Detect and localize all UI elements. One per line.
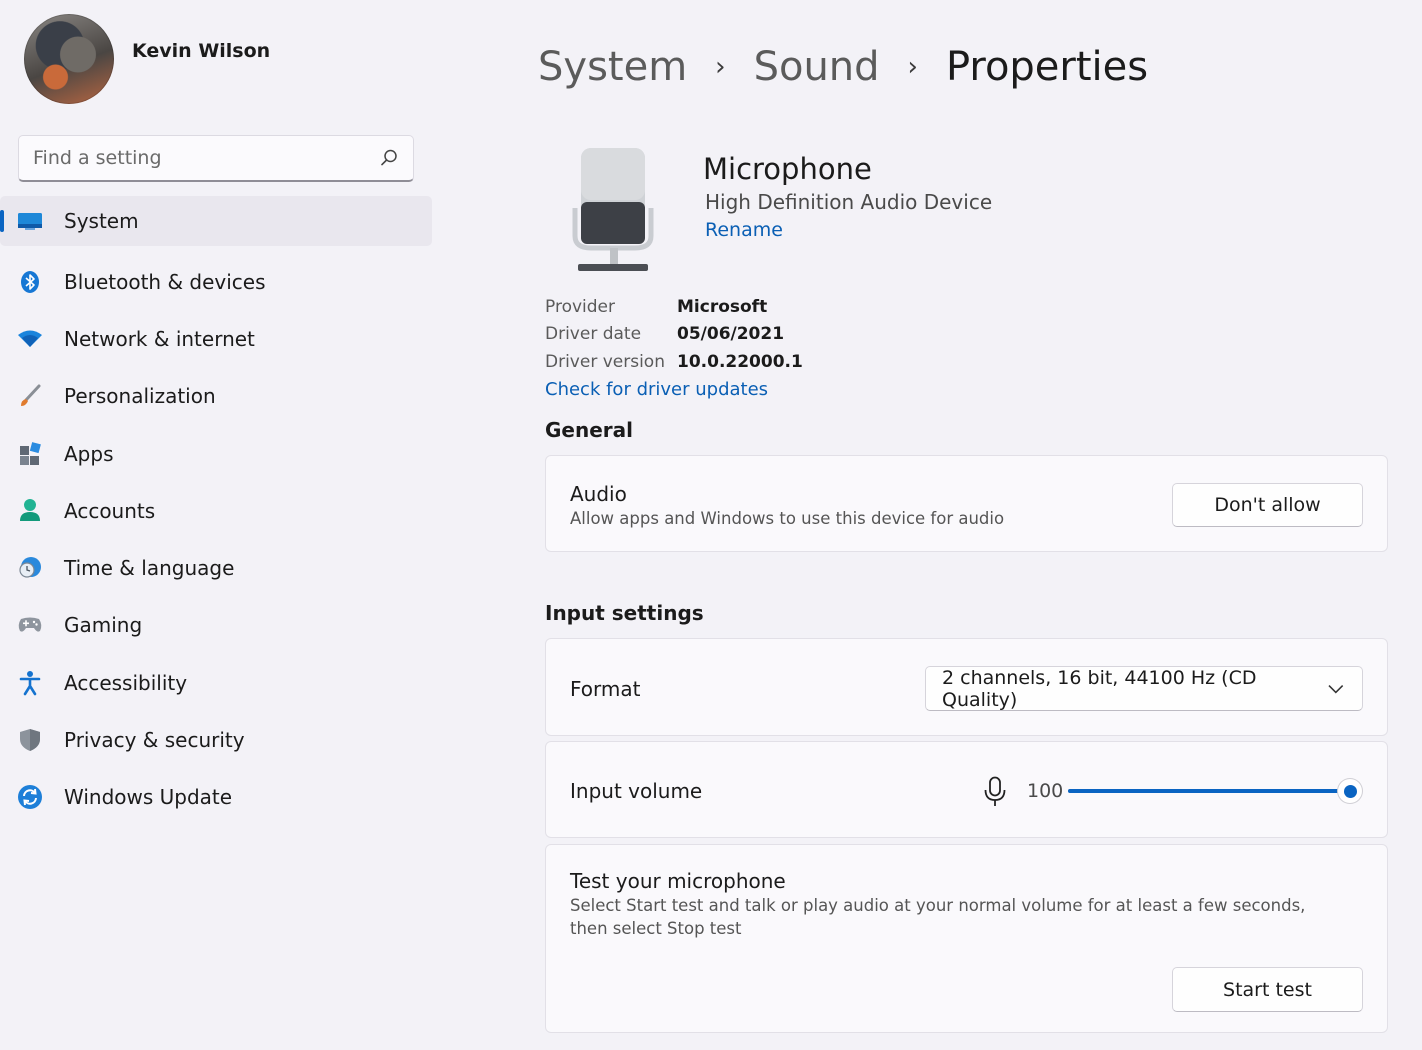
search-box[interactable] [18, 135, 414, 182]
section-title-input-settings: Input settings [545, 601, 704, 625]
sidebar-item-label: Gaming [64, 613, 143, 638]
test-microphone-title: Test your microphone [570, 869, 786, 893]
device-name: Microphone [703, 152, 872, 186]
sidebar-item-label: Bluetooth & devices [64, 269, 266, 294]
sidebar-item-accounts[interactable]: Accounts [0, 482, 432, 539]
sidebar-item-system[interactable]: System [0, 196, 432, 246]
format-selected-value: 2 channels, 16 bit, 44100 Hz (CD Quality… [942, 666, 1257, 711]
shield-icon [17, 727, 43, 753]
sidebar-item-label: Accessibility [64, 670, 188, 695]
sidebar-item-label: Apps [64, 441, 114, 466]
user-name: Kevin Wilson [132, 40, 271, 62]
input-volume-card: Input volume 100 [545, 741, 1388, 838]
property-row: Driver date 05/06/2021 [545, 321, 803, 349]
breadcrumb: System › Sound › Properties [538, 44, 1148, 90]
input-volume-label: Input volume [570, 779, 703, 803]
search-input[interactable] [33, 147, 379, 169]
chevron-down-icon [1328, 684, 1344, 694]
avatar[interactable] [24, 14, 114, 104]
slider-fill [1068, 789, 1350, 793]
accessibility-icon [17, 670, 43, 696]
sidebar-item-apps[interactable]: Apps [0, 425, 432, 482]
audio-description: Allow apps and Windows to use this devic… [570, 509, 1005, 528]
clock-globe-icon [17, 555, 43, 581]
slider-thumb[interactable] [1338, 779, 1362, 803]
sidebar-item-windows-update[interactable]: Windows Update [0, 769, 432, 826]
sidebar-item-gaming[interactable]: Gaming [0, 597, 432, 654]
property-key: Driver version [545, 351, 665, 372]
sidebar-item-label: Time & language [64, 556, 235, 581]
start-test-button[interactable]: Start test [1172, 967, 1363, 1012]
test-microphone-description: Select Start test and talk or play audio… [570, 896, 1306, 938]
sidebar-item-label: Network & internet [64, 326, 255, 351]
sidebar-nav: System Bluetooth & devices Network & int… [0, 196, 432, 826]
property-value: 10.0.22000.1 [677, 351, 803, 372]
device-subtitle: High Definition Audio Device [705, 190, 993, 214]
section-title-general: General [545, 418, 633, 442]
sidebar-item-label: Windows Update [64, 785, 233, 810]
update-icon [17, 784, 43, 810]
sidebar-item-bluetooth[interactable]: Bluetooth & devices [0, 253, 432, 310]
sidebar-item-personalization[interactable]: Personalization [0, 368, 432, 425]
input-volume-value: 100 [1027, 780, 1064, 802]
gamepad-icon [17, 612, 43, 638]
property-value: 05/06/2021 [677, 324, 785, 345]
user-profile[interactable]: Kevin Wilson [24, 14, 270, 104]
sidebar-item-accessibility[interactable]: Accessibility [0, 654, 432, 711]
property-key: Provider [545, 296, 615, 317]
slider-thumb-dot [1343, 784, 1357, 798]
breadcrumb-sound[interactable]: Sound [754, 44, 880, 90]
sidebar-item-label: Privacy & security [64, 728, 245, 753]
sidebar-item-network[interactable]: Network & internet [0, 310, 432, 367]
breadcrumb-system[interactable]: System [538, 44, 687, 90]
person-icon [17, 498, 43, 524]
test-microphone-card: Test your microphone Select Start test a… [545, 844, 1388, 1033]
property-row: Provider Microsoft [545, 293, 803, 321]
input-volume-slider[interactable] [1068, 779, 1362, 803]
wifi-icon [17, 326, 43, 352]
settings-window: Kevin Wilson System [0, 0, 1422, 1050]
format-card: Format 2 channels, 16 bit, 44100 Hz (CD … [545, 638, 1388, 736]
chevron-right-icon: › [907, 52, 918, 82]
rename-link[interactable]: Rename [705, 219, 783, 241]
chevron-right-icon: › [715, 52, 726, 82]
check-driver-updates-link[interactable]: Check for driver updates [545, 376, 803, 403]
sidebar-item-label: Personalization [64, 384, 216, 409]
dont-allow-button[interactable]: Don't allow [1172, 483, 1363, 527]
property-value: Microsoft [677, 296, 768, 317]
sidebar-item-time-language[interactable]: Time & language [0, 539, 432, 596]
format-dropdown[interactable]: 2 channels, 16 bit, 44100 Hz (CD Quality… [925, 666, 1363, 711]
monitor-icon [17, 208, 43, 234]
bluetooth-icon [17, 269, 43, 295]
sidebar-item-label: System [64, 209, 139, 233]
search-icon[interactable] [379, 148, 399, 168]
audio-title: Audio [570, 482, 627, 506]
microphone-illustration-icon [572, 148, 654, 271]
property-row: Driver version 10.0.22000.1 [545, 348, 803, 376]
property-key: Driver date [545, 324, 642, 345]
sidebar-item-label: Accounts [64, 498, 156, 523]
apps-icon [17, 441, 43, 467]
format-label: Format [570, 677, 641, 701]
driver-properties: Provider Microsoft Driver date 05/06/202… [545, 293, 803, 403]
microphone-icon[interactable] [983, 776, 1007, 808]
page-title: Properties [945, 44, 1149, 90]
sidebar-item-privacy-security[interactable]: Privacy & security [0, 711, 432, 768]
audio-card: Audio Allow apps and Windows to use this… [545, 455, 1388, 552]
brush-icon [17, 383, 43, 409]
sidebar: Kevin Wilson System [0, 0, 440, 1050]
